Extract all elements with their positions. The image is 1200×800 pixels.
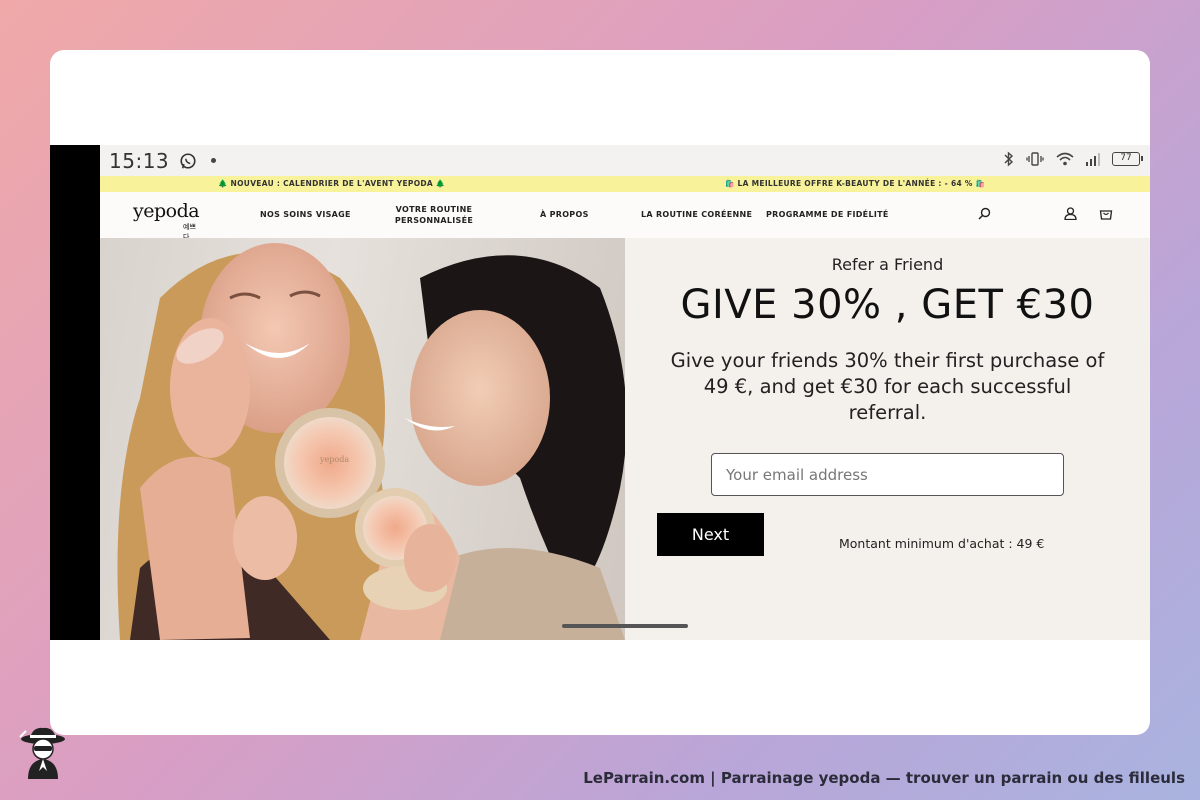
logo-text: yepoda <box>133 200 200 222</box>
next-button[interactable]: Next <box>657 513 764 556</box>
left-black-bar <box>50 145 100 640</box>
status-bar: 15:13 77 <box>100 145 1150 176</box>
compact-label: yepoda <box>319 455 349 464</box>
wifi-icon <box>1056 152 1074 166</box>
whatsapp-icon <box>180 152 196 169</box>
main-nav: yepoda 예쁘다 NOS SOINS VISAGE VOTRE ROUTIN… <box>100 192 1150 241</box>
referral-headline: GIVE 30% , GET €30 <box>680 282 1095 328</box>
email-input[interactable] <box>711 453 1064 496</box>
yepoda-logo[interactable]: yepoda 예쁘다 <box>133 200 200 241</box>
signal-icon <box>1086 152 1100 166</box>
leparrain-mascot-icon <box>19 727 65 779</box>
announcement-left[interactable]: 🌲 NOUVEAU : CALENDRIER DE L'AVENT YEPODA… <box>218 179 446 188</box>
home-indicator[interactable] <box>562 624 688 628</box>
bluetooth-icon <box>1004 151 1014 167</box>
refer-title: Refer a Friend <box>831 255 944 274</box>
search-icon[interactable] <box>978 207 991 220</box>
models-photo: yepoda <box>117 243 625 640</box>
phone-screen: 15:13 77 🌲 NOUVEAU: CALENDRIER DE L'AVE… <box>100 145 1150 640</box>
announcement-right[interactable]: 🛍️ LA MEILLEURE OFFRE K-BEAUTY DE L'ANNÉ… <box>725 179 985 188</box>
cart-icon[interactable] <box>100 207 113 220</box>
referral-description: Give your friends 30% their first purcha… <box>670 349 1105 424</box>
status-icons: 77 <box>1004 151 1143 167</box>
phone-screenshot: 15:13 77 🌲 NOUVEAU: CALENDRIER DE L'AVE… <box>50 145 1150 640</box>
account-icon[interactable] <box>1064 207 1077 220</box>
vibrate-icon <box>1026 152 1044 166</box>
hero-image: yepoda <box>100 238 625 640</box>
minimum-purchase-text: Montant minimum d'achat : 49 € <box>839 536 1045 551</box>
notification-dot <box>211 158 217 163</box>
battery-icon: 77 <box>1112 152 1143 166</box>
nav-item-routine-personnalisee[interactable]: VOTRE ROUTINE PERSONNALISÉE <box>390 204 478 226</box>
referral-panel: Refer a Friend GIVE 30% , GET €30 Give y… <box>625 238 1150 640</box>
announcement-bar: 🌲 NOUVEAU : CALENDRIER DE L'AVENT YEPODA… <box>100 176 1150 192</box>
nav-item-routine-coreenne[interactable]: LA ROUTINE CORÉENNE <box>641 209 752 220</box>
footer-caption: LeParrain.com | Parrainage yepoda — trou… <box>583 769 1185 787</box>
nav-item-soins-visage[interactable]: NOS SOINS VISAGE <box>260 209 351 220</box>
status-time: 15:13 <box>109 148 170 173</box>
nav-item-a-propos[interactable]: À PROPOS <box>540 209 589 220</box>
screenshot-card: 15:13 77 🌲 NOUVEAU: CALENDRIER DE L'AVE… <box>50 50 1150 735</box>
cart-bag-icon[interactable] <box>1099 207 1113 220</box>
nav-item-programme-fidelite[interactable]: PROGRAMME DE FIDÉLITÉ <box>766 209 889 220</box>
